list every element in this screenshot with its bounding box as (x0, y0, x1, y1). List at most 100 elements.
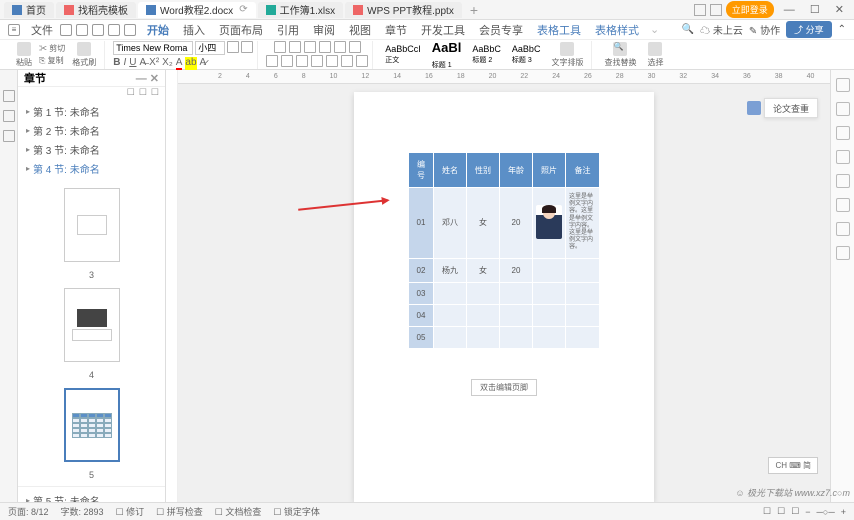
clear-format-button[interactable]: A̷ (200, 57, 207, 70)
menu-review[interactable]: 审阅 (306, 22, 342, 38)
outline-close-icon[interactable]: — ✕ (136, 72, 159, 85)
maximize-button[interactable]: ☐ (804, 4, 826, 16)
menu-dev[interactable]: 开发工具 (414, 22, 472, 38)
font-name-select[interactable] (113, 41, 193, 55)
bullets-icon[interactable] (274, 41, 286, 53)
outline-item-3[interactable]: 第 3 节: 未命名 (22, 140, 161, 159)
document-table[interactable]: 编号 姓名 性别 年龄 照片 备注 01邓八女20这里是举例文字内容。这里是举例… (408, 152, 600, 349)
tool-icon[interactable]: ☐ (151, 87, 159, 98)
style-h2[interactable]: AaBbC标题 2 (468, 43, 505, 66)
paper-check-panel[interactable]: 论文查重 (764, 98, 818, 118)
sort-icon[interactable] (349, 41, 361, 53)
align-center-icon[interactable] (281, 55, 293, 67)
multilevel-icon[interactable] (304, 41, 316, 53)
th-note[interactable]: 备注 (566, 153, 600, 188)
zoom-in-icon[interactable]: + (841, 507, 846, 517)
view-mode-icon[interactable]: ☐ (777, 506, 785, 517)
rp-icon[interactable] (836, 126, 850, 140)
cloud-status[interactable]: ☁ 未上云 (700, 22, 743, 37)
qat-undo-icon[interactable] (108, 24, 120, 36)
rp-icon[interactable] (836, 150, 850, 164)
search-icon[interactable]: 🔍 (682, 24, 694, 35)
outline-item-2[interactable]: 第 2 节: 未命名 (22, 121, 161, 140)
share-button[interactable]: ⤴ 分享 (786, 21, 832, 38)
zoom-out-icon[interactable]: − (805, 507, 810, 517)
numbering-icon[interactable] (289, 41, 301, 53)
outline-item-4[interactable]: 第 4 节: 未命名 (22, 159, 161, 178)
tool-icon[interactable]: ☐ (127, 87, 135, 98)
grow-font-icon[interactable] (227, 41, 239, 53)
edit-footer-button[interactable]: 双击编辑页脚 (471, 379, 537, 396)
align-right-icon[interactable] (296, 55, 308, 67)
ribbon-collapse-icon[interactable]: ⌃ (838, 24, 846, 35)
th-id[interactable]: 编号 (409, 153, 434, 188)
login-button[interactable]: 立即登录 (726, 1, 774, 18)
tab-home[interactable]: 首页 (4, 2, 54, 18)
menu-ref[interactable]: 引用 (270, 22, 306, 38)
menu-vip[interactable]: 会员专享 (472, 22, 530, 38)
th-name[interactable]: 姓名 (434, 153, 467, 188)
track-changes[interactable]: ☐ 修订 (116, 505, 145, 518)
minimize-button[interactable]: — (778, 4, 801, 16)
menu-view[interactable]: 视图 (342, 22, 378, 38)
menu-start[interactable]: 开始 (140, 22, 176, 38)
outline-item-5[interactable]: 第 5 节: 未命名 (22, 491, 161, 502)
outline-icon[interactable] (3, 90, 15, 102)
view-mode-icon[interactable]: ☐ (791, 506, 799, 517)
rp-icon[interactable] (836, 102, 850, 116)
menu-file[interactable]: 文件 (24, 22, 60, 38)
paste-button[interactable]: 粘贴 (12, 42, 36, 68)
style-h3[interactable]: AaBbC标题 3 (508, 43, 545, 66)
menu-table-style[interactable]: 表格样式 (588, 22, 646, 38)
format-painter-button[interactable]: 格式刷 (68, 42, 100, 68)
menu-insert[interactable]: 插入 (176, 22, 212, 38)
strike-button[interactable]: A̶ (139, 57, 146, 70)
text-layout-button[interactable]: 文字排版 (547, 42, 587, 68)
rp-icon[interactable] (836, 78, 850, 92)
outline-item-1[interactable]: 第 1 节: 未命名 (22, 102, 161, 121)
justify-icon[interactable] (311, 55, 323, 67)
tab-template[interactable]: 找稻壳模板 (56, 2, 136, 18)
close-button[interactable]: ✕ (829, 4, 850, 16)
rp-icon[interactable] (836, 222, 850, 236)
align-left-icon[interactable] (266, 55, 278, 67)
underline-button[interactable]: U (129, 57, 136, 70)
menu-layout[interactable]: 页面布局 (212, 22, 270, 38)
spell-check[interactable]: ☐ 拼写检查 (156, 505, 203, 518)
font-size-select[interactable] (195, 41, 225, 55)
view-mode-icon[interactable]: ☐ (763, 506, 771, 517)
page-indicator[interactable]: 页面: 8/12 (8, 505, 49, 518)
find-replace-button[interactable]: 🔍查找替换 (600, 42, 640, 68)
page[interactable]: 编号 姓名 性别 年龄 照片 备注 01邓八女20这里是举例文字内容。这里是举例… (354, 92, 654, 502)
bookmark-icon[interactable] (3, 110, 15, 122)
shrink-font-icon[interactable] (241, 41, 253, 53)
qat-preview-icon[interactable] (92, 24, 104, 36)
rp-icon[interactable] (836, 198, 850, 212)
close-icon[interactable]: ⟳ (239, 4, 247, 15)
super-button[interactable]: X² (149, 57, 159, 70)
font-color-button[interactable]: A (176, 57, 183, 70)
lock-font[interactable]: ☐ 锁定字体 (273, 505, 320, 518)
copy-button[interactable]: ⎘ 复制 (39, 55, 65, 66)
tab-excel[interactable]: 工作簿1.xlsx (258, 2, 344, 18)
chevron-down-icon[interactable]: ⌄ (650, 23, 659, 36)
zoom-slider[interactable]: ─○─ (817, 507, 835, 517)
bold-button[interactable]: B (113, 57, 120, 70)
spacing-icon[interactable] (326, 55, 338, 67)
menu-section[interactable]: 章节 (378, 22, 414, 38)
shading-icon[interactable] (341, 55, 353, 67)
doc-check[interactable]: ☐ 文档检查 (215, 505, 262, 518)
select-button[interactable]: 选择 (643, 42, 667, 68)
style-h1[interactable]: AaBl标题 1 (428, 39, 466, 71)
qat-save-icon[interactable] (60, 24, 72, 36)
ime-badge[interactable]: CH ⌨ 简 (768, 457, 818, 474)
border-icon[interactable] (356, 55, 368, 67)
th-photo[interactable]: 照片 (533, 153, 566, 188)
cut-button[interactable]: ✂ 剪切 (39, 43, 65, 54)
tab-word-doc[interactable]: Word教程2.docx⟳ (138, 2, 256, 18)
rp-icon[interactable] (836, 174, 850, 188)
word-count[interactable]: 字数: 2893 (61, 505, 104, 518)
thumb-page-5[interactable] (64, 388, 120, 462)
indent-dec-icon[interactable] (319, 41, 331, 53)
indent-inc-icon[interactable] (334, 41, 346, 53)
